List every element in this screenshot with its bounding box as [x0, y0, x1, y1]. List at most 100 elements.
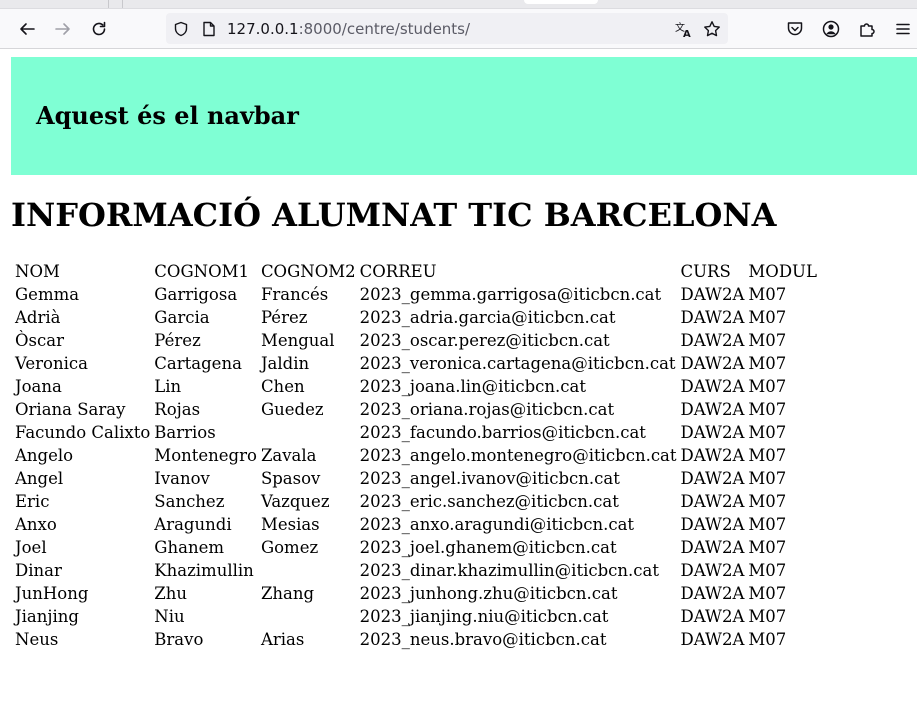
url-bar[interactable]: 127.0.0.1:8000/centre/students/ 文A [166, 13, 728, 44]
cell-modul: M07 [748, 492, 787, 511]
cell-curs: DAW2A [680, 561, 745, 580]
cell-nom: Joana [15, 377, 62, 396]
cell-curs: DAW2A [680, 584, 745, 603]
page-icon[interactable] [200, 20, 218, 38]
cell-modul: M07 [748, 377, 787, 396]
cell-modul: M07 [748, 630, 787, 649]
cell-correu: 2023_oriana.rojas@iticbcn.cat [359, 400, 615, 419]
reload-icon[interactable] [88, 18, 110, 40]
cell-curs: DAW2A [680, 423, 745, 442]
extensions-icon[interactable] [856, 18, 878, 40]
column-header-cognom1: COGNOM1 [154, 262, 249, 281]
cell-correu: 2023_oscar.perez@iticbcn.cat [359, 331, 610, 350]
cell-cognom1: Aragundi [154, 515, 232, 534]
cell-modul: M07 [748, 584, 787, 603]
cell-cognom2: Vazquez [260, 492, 330, 511]
cell-cognom2: Spasov [260, 469, 321, 488]
cell-modul: M07 [748, 400, 787, 419]
table-row: Facundo Calixto Barrios 2023_facundo.barri… [14, 422, 818, 443]
cell-cognom2: Chen [260, 377, 305, 396]
page-title: INFORMACIÓ ALUMNAT TIC BARCELONA [11, 196, 777, 234]
table-row: Dinar Khazimullin 2023_dinar.khazimullin@i… [14, 560, 818, 581]
table-row: Òscar Pérez Mengual 2023_oscar.perez@iticbc… [14, 330, 818, 351]
navbar-title: Aquest és el navbar [36, 101, 299, 130]
cell-cognom1: Montenegro [154, 446, 257, 465]
cell-cognom1: Cartagena [154, 354, 242, 373]
cell-cognom1: Garcia [154, 308, 210, 327]
cell-nom: Jianjing [15, 607, 79, 626]
cell-cognom1: Garrigosa [154, 285, 238, 304]
table-row: Veronica Cartagena Jaldin 2023_veronica.car… [14, 353, 818, 374]
table-row: Adrià Garcia Pérez 2023_adria.garcia@iticbc… [14, 307, 818, 328]
cell-correu: 2023_gemma.garrigosa@iticbcn.cat [359, 285, 662, 304]
cell-curs: DAW2A [680, 377, 745, 396]
table-row: Angelo Montenegro Zavala 2023_angelo.monten… [14, 445, 818, 466]
cell-nom: Adrià [15, 308, 61, 327]
cell-correu: 2023_anxo.aragundi@iticbcn.cat [359, 515, 635, 534]
tab-separator [122, 0, 123, 8]
cell-cognom1: Sanchez [154, 492, 225, 511]
cell-cognom2 [260, 606, 357, 627]
cell-nom: Angelo [15, 446, 74, 465]
cell-cognom1: Ghanem [154, 538, 224, 557]
table-row: Gemma Garrigosa Francés 2023_gemma.garrigos… [14, 284, 818, 305]
column-header-curs: CURS [680, 262, 731, 281]
cell-cognom2: Francés [260, 285, 329, 304]
cell-cognom2: Jaldin [260, 354, 310, 373]
cell-curs: DAW2A [680, 285, 745, 304]
menu-icon[interactable] [892, 18, 914, 40]
cell-curs: DAW2A [680, 515, 745, 534]
translate-icon[interactable]: 文A [675, 20, 693, 38]
cell-cognom1: Rojas [154, 400, 201, 419]
url-path: :8000/centre/students/ [298, 20, 471, 38]
cell-cognom1: Niu [154, 607, 185, 626]
cell-modul: M07 [748, 469, 787, 488]
table-row: Angel Ivanov Spasov 2023_angel.ivanov@iticb… [14, 468, 818, 489]
cell-modul: M07 [748, 446, 787, 465]
column-header-cognom2: COGNOM2 [260, 262, 356, 281]
shield-icon[interactable] [172, 20, 190, 38]
cell-correu: 2023_angel.ivanov@iticbcn.cat [359, 469, 620, 488]
svg-text:A: A [683, 29, 691, 38]
cell-nom: Òscar [15, 331, 64, 350]
table-row: Oriana Saray Rojas Guedez 2023_oriana.rojas… [14, 399, 818, 420]
cell-cognom2: Zhang [260, 584, 315, 603]
cell-correu: 2023_junhong.zhu@iticbcn.cat [359, 584, 618, 603]
cell-cognom1: Bravo [154, 630, 204, 649]
cell-cognom1: Pérez [154, 331, 201, 350]
cell-nom: Eric [15, 492, 50, 511]
cell-nom: Dinar [15, 561, 62, 580]
navbar: Aquest és el navbar [11, 57, 917, 175]
table-row: JunHong Zhu Zhang 2023_junhong.zhu@iticbcn.… [14, 583, 818, 604]
column-header-modul: MODUL [748, 262, 817, 281]
cell-cognom2: Pérez [260, 308, 308, 327]
cell-correu: 2023_veronica.cartagena@iticbcn.cat [359, 354, 676, 373]
cell-nom: Veronica [15, 354, 88, 373]
cell-modul: M07 [748, 285, 787, 304]
cell-correu: 2023_jianjing.niu@iticbcn.cat [359, 607, 609, 626]
table-row: Anxo Aragundi Mesias 2023_anxo.aragundi@iti… [14, 514, 818, 535]
cell-curs: DAW2A [680, 446, 745, 465]
url-text[interactable]: 127.0.0.1:8000/centre/students/ [227, 20, 470, 38]
cell-cognom2 [260, 422, 357, 443]
cell-cognom2: Guedez [260, 400, 324, 419]
cell-curs: DAW2A [680, 400, 745, 419]
forward-arrow-icon[interactable] [52, 18, 74, 40]
cell-curs: DAW2A [680, 492, 745, 511]
account-icon[interactable] [820, 18, 842, 40]
cell-modul: M07 [748, 331, 787, 350]
pocket-icon[interactable] [784, 18, 806, 40]
active-tab[interactable] [524, 0, 598, 4]
table-row: Eric Sanchez Vazquez 2023_eric.sanchez@itic… [14, 491, 818, 512]
cell-correu: 2023_angelo.montenegro@iticbcn.cat [359, 446, 677, 465]
cell-nom: Angel [15, 469, 64, 488]
cell-modul: M07 [748, 607, 787, 626]
tab-strip [0, 0, 917, 9]
back-arrow-icon[interactable] [16, 18, 38, 40]
star-icon[interactable] [703, 20, 721, 38]
cell-curs: DAW2A [680, 469, 745, 488]
cell-nom: Facundo Calixto [15, 423, 151, 442]
cell-modul: M07 [748, 515, 787, 534]
cell-cognom2: Mengual [260, 331, 335, 350]
table-row: Joel Ghanem Gomez 2023_joel.ghanem@iticbcn.… [14, 537, 818, 558]
